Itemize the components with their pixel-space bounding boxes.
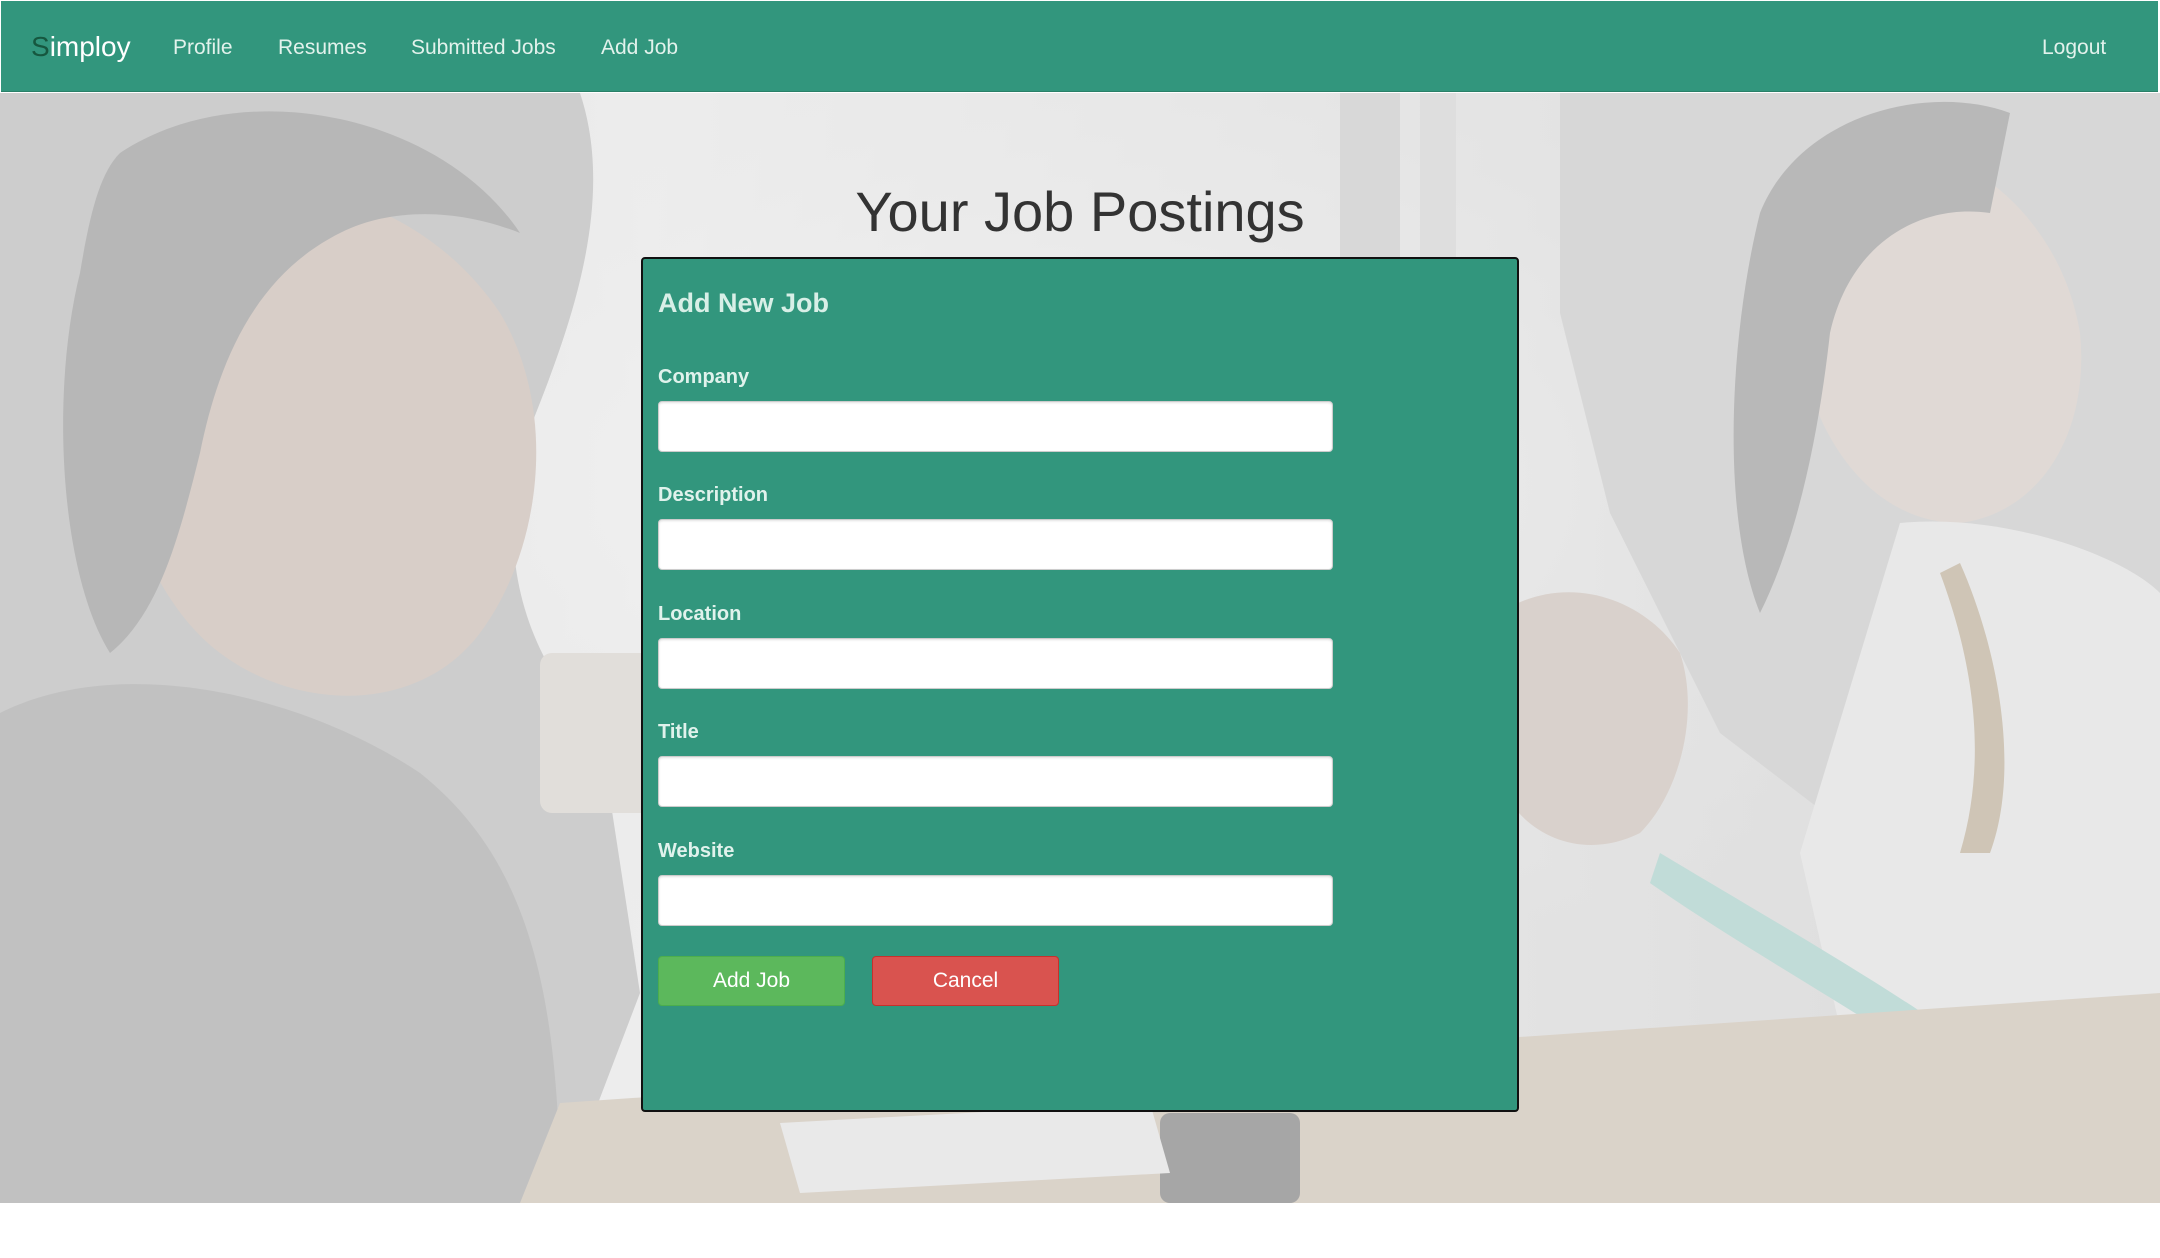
website-label: Website (658, 840, 735, 862)
cancel-button[interactable]: Cancel (872, 956, 1059, 1006)
website-input[interactable] (658, 875, 1333, 926)
title-label: Title (658, 721, 699, 743)
logout-link[interactable]: Logout (2042, 35, 2106, 61)
panel-title: Add New Job (658, 288, 830, 318)
nav-link-submitted-jobs[interactable]: Submitted Jobs (411, 35, 556, 61)
description-label: Description (658, 484, 769, 506)
company-label: Company (658, 366, 750, 388)
page-title: Your Job Postings (855, 180, 1305, 243)
description-input[interactable] (658, 519, 1333, 570)
add-job-button[interactable]: Add Job (658, 956, 845, 1006)
brand-initial: S (31, 31, 50, 62)
company-input[interactable] (658, 401, 1333, 452)
brand-name: imploy (49, 31, 131, 62)
nav-link-resumes[interactable]: Resumes (278, 35, 367, 61)
nav-link-add-job[interactable]: Add Job (601, 35, 678, 61)
location-label: Location (658, 603, 742, 625)
nav-link-profile[interactable]: Profile (173, 35, 233, 61)
brand-logo[interactable]: Simploy (31, 31, 131, 63)
add-job-panel: Add New Job Company Description Location… (641, 257, 1519, 1112)
location-input[interactable] (658, 638, 1333, 689)
title-input[interactable] (658, 756, 1333, 807)
top-navbar: Simploy Profile Resumes Submitted Jobs A… (1, 1, 2158, 92)
